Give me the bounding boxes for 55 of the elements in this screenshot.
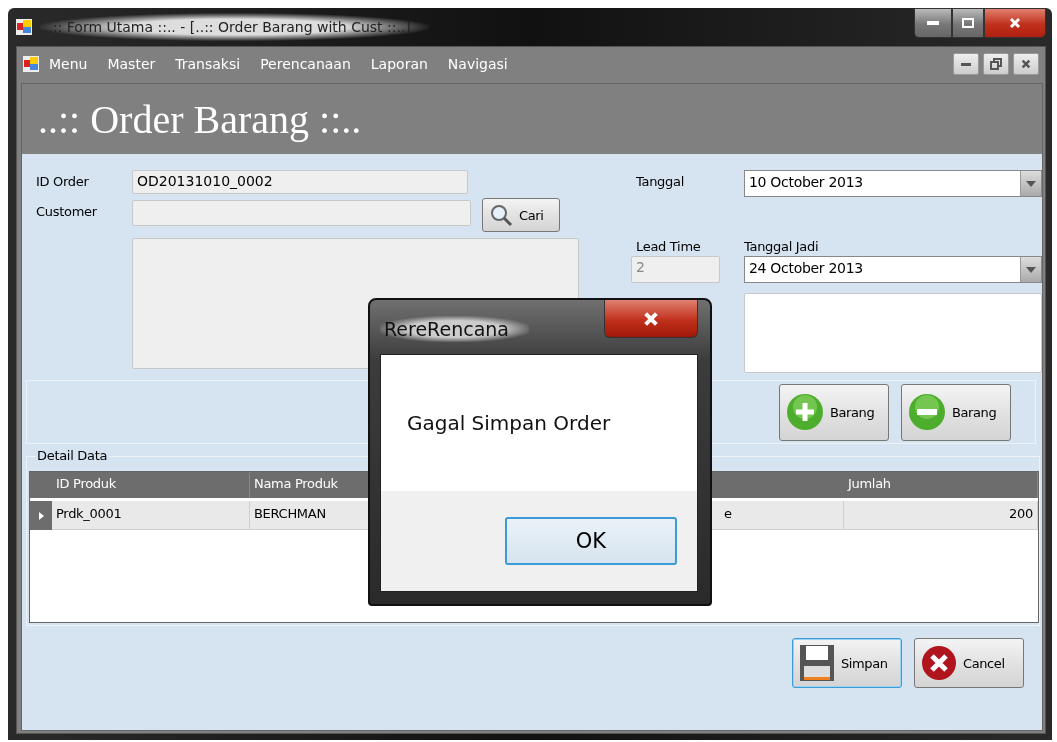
close-button[interactable] [984, 8, 1046, 38]
window-title: ..:: Form Utama ::.. - [..:: Order Barang with Cust ::..] [40, 13, 429, 41]
dialog-message: Gagal Simpan Order [381, 355, 697, 491]
minus-icon [908, 393, 946, 431]
form-title: ..:: Order Barang ::.. [38, 95, 362, 143]
menu-item[interactable]: Menu [39, 56, 98, 72]
close-icon [1009, 17, 1021, 29]
minimize-icon [927, 21, 939, 25]
menu-item[interactable]: Master [97, 56, 166, 72]
remove-item-button[interactable]: Barang [901, 383, 1011, 441]
field-label: Lead Time [636, 238, 702, 254]
row-header[interactable] [30, 501, 52, 530]
field-label: Tanggal [636, 173, 685, 189]
restore-button[interactable] [983, 53, 1009, 75]
date-picker[interactable]: 10 October 2013 [744, 170, 1042, 197]
close-button[interactable] [1013, 53, 1039, 75]
table-cell: 200 [844, 501, 1038, 530]
ok-button[interactable]: OK [505, 517, 677, 565]
plus-icon [786, 393, 824, 431]
notes-field[interactable] [744, 293, 1042, 373]
save-button[interactable]: Simpan [792, 638, 902, 688]
close-icon [1021, 59, 1031, 69]
search-button[interactable]: Cari [482, 198, 560, 232]
minimize-button[interactable] [914, 8, 952, 38]
app-icon [16, 19, 32, 35]
search-icon [489, 203, 513, 227]
minimize-icon [961, 62, 971, 66]
column-header[interactable]: Jumlah [844, 472, 1038, 498]
add-item-button[interactable]: Barang [779, 383, 889, 441]
restore-icon [990, 58, 1002, 70]
app-icon [23, 56, 39, 72]
field-label: Customer [36, 203, 98, 219]
cancel-icon [921, 645, 957, 681]
minimize-button[interactable] [953, 53, 979, 75]
dropdown-arrow-icon [1026, 266, 1036, 273]
maximize-button[interactable] [952, 8, 984, 38]
close-icon [643, 310, 659, 327]
dialog-title: RereRencana [380, 316, 529, 342]
menu-item[interactable]: Transaksi [165, 56, 251, 72]
dropdown-arrow-icon [1026, 180, 1036, 187]
close-button[interactable] [604, 300, 698, 338]
group-title: Detail Data [35, 448, 110, 463]
maximize-icon [962, 18, 974, 28]
menu-item[interactable]: Navigasi [437, 56, 518, 72]
table-cell: Prdk_0001 [52, 501, 250, 530]
menu-item[interactable]: Laporan [360, 56, 438, 72]
field-label: Tanggal Jadi [744, 238, 820, 254]
cancel-button[interactable]: Cancel [914, 638, 1024, 688]
input-field[interactable]: OD20131010_0002 [132, 170, 468, 194]
date-picker[interactable]: 24 October 2013 [744, 256, 1042, 283]
column-header[interactable]: ID Produk [52, 472, 250, 498]
field-label: ID Order [36, 173, 90, 189]
row-pointer-icon [38, 511, 44, 520]
input-field[interactable] [132, 200, 471, 226]
menu-item[interactable]: Perencanaan [250, 56, 361, 72]
